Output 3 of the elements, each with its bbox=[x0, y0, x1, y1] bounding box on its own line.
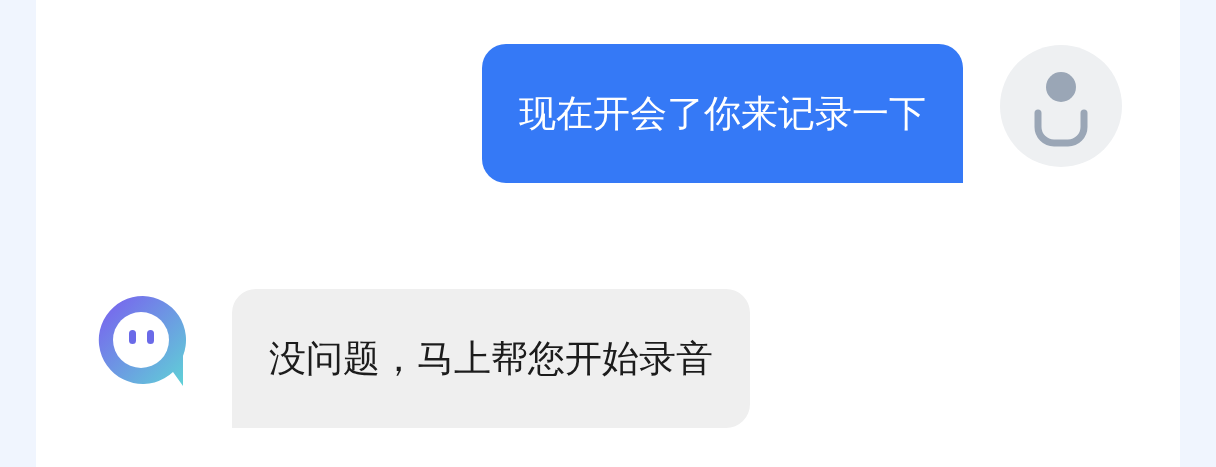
avatar-icon bbox=[1000, 45, 1122, 167]
message-bubble: 没问题，马上帮您开始录音 bbox=[232, 289, 750, 428]
message-bubble: 现在开会了你来记录一下 bbox=[482, 44, 963, 183]
